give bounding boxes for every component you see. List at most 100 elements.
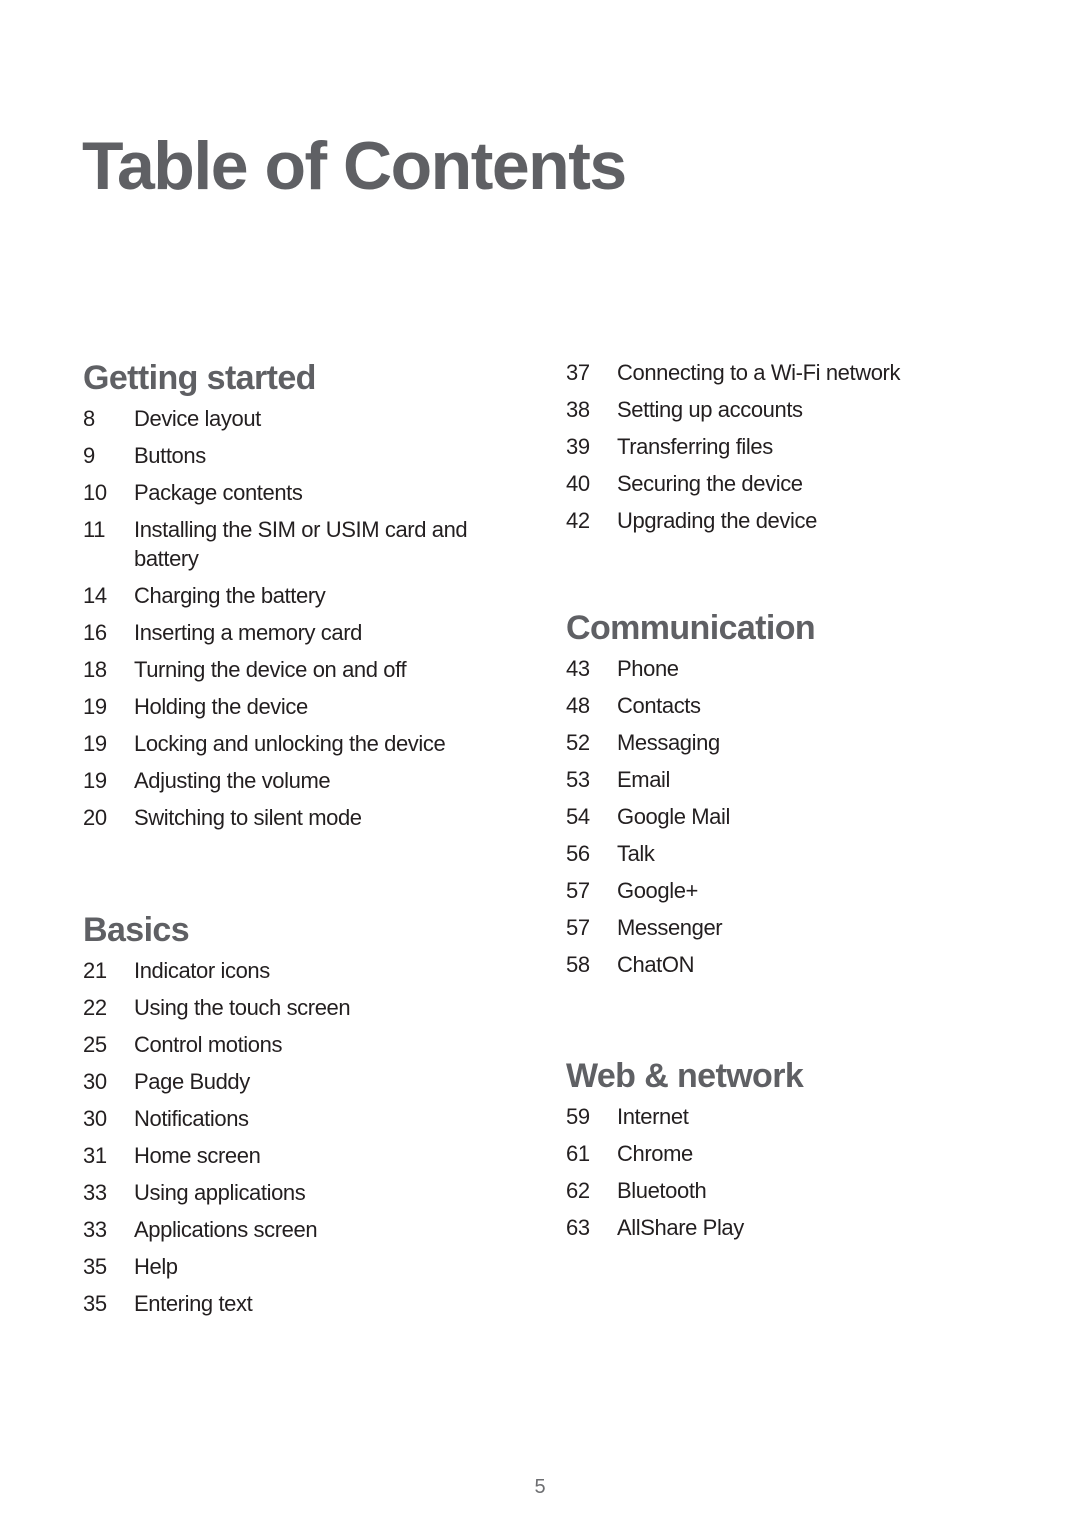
- toc-entry[interactable]: 57 Messenger: [566, 909, 1006, 946]
- toc-entry[interactable]: 9 Buttons: [83, 437, 523, 474]
- toc-entry-title: Email: [617, 767, 671, 792]
- toc-entry-title: ChatON: [617, 952, 695, 977]
- toc-entry-title: Internet: [617, 1104, 689, 1129]
- toc-entry[interactable]: 43 Phone: [566, 650, 1006, 687]
- toc-entry[interactable]: 10 Package contents: [83, 474, 523, 511]
- toc-entry[interactable]: 33 Applications screen: [83, 1211, 523, 1248]
- toc-entry-title: Charging the battery: [134, 583, 326, 608]
- toc-entry-page: 56: [566, 841, 590, 866]
- toc-entry[interactable]: 19 Locking and unlocking the device: [83, 725, 523, 762]
- toc-entry[interactable]: 52 Messaging: [566, 724, 1006, 761]
- toc-entry-title: Chrome: [617, 1141, 693, 1166]
- toc-entry[interactable]: 18 Turning the device on and off: [83, 651, 523, 688]
- toc-entry-title: Installing the SIM or USIM card and batt…: [134, 517, 468, 571]
- toc-entry-page: 48: [566, 693, 590, 718]
- toc-entry-page: 42: [566, 508, 590, 533]
- toc-entry-title: Help: [134, 1254, 178, 1279]
- toc-entry-title: Upgrading the device: [617, 508, 817, 533]
- toc-entry-title: Holding the device: [134, 694, 308, 719]
- toc-entry[interactable]: 40 Securing the device: [566, 465, 1006, 502]
- toc-entry-page: 11: [83, 517, 106, 542]
- toc-entry-page: 31: [83, 1143, 107, 1168]
- toc-entry[interactable]: 42 Upgrading the device: [566, 502, 1006, 539]
- toc-entry-title: Page Buddy: [134, 1069, 250, 1094]
- toc-entry-page: 40: [566, 471, 590, 496]
- toc-entry[interactable]: 59 Internet: [566, 1098, 1006, 1135]
- toc-entry[interactable]: 20 Switching to silent mode: [83, 799, 523, 836]
- toc-entry[interactable]: 16 Inserting a memory card: [83, 614, 523, 651]
- toc-entry-title: Google+: [617, 878, 698, 903]
- toc-entry-title: Locking and unlocking the device: [134, 731, 446, 756]
- toc-entry-page: 10: [83, 480, 107, 505]
- toc-entry[interactable]: 62 Bluetooth: [566, 1172, 1006, 1209]
- toc-entry[interactable]: 61 Chrome: [566, 1135, 1006, 1172]
- toc-entry-page: 57: [566, 878, 590, 903]
- page-number: 5: [534, 1476, 546, 1498]
- toc-entry-title: Buttons: [134, 443, 206, 468]
- toc-entry-title: Contacts: [617, 693, 701, 718]
- toc-entry[interactable]: 19 Adjusting the volume: [83, 762, 523, 799]
- toc-entry[interactable]: 39 Transferring files: [566, 428, 1006, 465]
- toc-entry-page: 9: [83, 443, 95, 468]
- toc-entry-title: Connecting to a Wi-Fi network: [617, 360, 901, 385]
- toc-entry-title: Bluetooth: [617, 1178, 707, 1203]
- toc-entry-title: Device layout: [134, 406, 261, 431]
- toc-entry-page: 19: [83, 731, 107, 756]
- toc-entry[interactable]: 19 Holding the device: [83, 688, 523, 725]
- toc-entry-title: Turning the device on and off: [134, 657, 407, 682]
- section-getting-started: Getting started 8 Device layout 9 Buttons 10…: [83, 358, 523, 836]
- toc-entry[interactable]: 30 Notifications: [83, 1100, 523, 1137]
- toc-entry[interactable]: 38 Setting up accounts: [566, 391, 1006, 428]
- toc-entry[interactable]: 54 Google Mail: [566, 798, 1006, 835]
- toc-entry[interactable]: 53 Email: [566, 761, 1006, 798]
- toc-entry-title: Switching to silent mode: [134, 805, 362, 830]
- toc-entry-page: 20: [83, 805, 107, 830]
- section-communication: Communication 43 Phone 48 Contacts 52 Messagi…: [566, 608, 1006, 983]
- toc-entry[interactable]: 11 Installing the SIM or USIM card and ba…: [83, 511, 523, 577]
- toc-entry[interactable]: 21 Indicator icons: [83, 952, 523, 989]
- toc-entry-title: Using applications: [134, 1180, 306, 1205]
- toc-entry-page: 52: [566, 730, 590, 755]
- toc-entry[interactable]: 8 Device layout: [83, 400, 523, 437]
- section-heading: Getting started: [83, 359, 316, 397]
- toc-entry-page: 33: [83, 1180, 107, 1205]
- toc-entry-page: 14: [83, 583, 107, 608]
- toc-entry-page: 53: [566, 767, 590, 792]
- toc-entry-title: AllShare Play: [617, 1215, 744, 1240]
- toc-entry-page: 22: [83, 995, 107, 1020]
- toc-entry[interactable]: 58 ChatON: [566, 946, 1006, 983]
- toc-entry-page: 19: [83, 694, 107, 719]
- toc-entry-page: 37: [566, 360, 590, 385]
- toc-entry-page: 62: [566, 1178, 590, 1203]
- toc-entry-title: Google Mail: [617, 804, 730, 829]
- toc-entry-title: Phone: [617, 656, 679, 681]
- toc-entry-page: 35: [83, 1291, 107, 1316]
- toc-entry[interactable]: 35 Entering text: [83, 1285, 523, 1322]
- toc-entry-page: 58: [566, 952, 590, 977]
- toc-list: 37 Connecting to a Wi-Fi network 38 Setting…: [566, 354, 1006, 539]
- toc-entry-page: 63: [566, 1215, 590, 1240]
- toc-entry-title: Messaging: [617, 730, 720, 755]
- toc-entry-title: Notifications: [134, 1106, 249, 1131]
- toc-entry-page: 38: [566, 397, 590, 422]
- toc-entry[interactable]: 33 Using applications: [83, 1174, 523, 1211]
- toc-entry[interactable]: 31 Home screen: [83, 1137, 523, 1174]
- toc-entry-title: Talk: [617, 841, 655, 866]
- toc-entry-title: Control motions: [134, 1032, 283, 1057]
- toc-entry[interactable]: 35 Help: [83, 1248, 523, 1285]
- toc-entry-page: 8: [83, 406, 95, 431]
- section-basics: Basics 21 Indicator icons 22 Using the touc…: [83, 910, 523, 1322]
- toc-entry-page: 25: [83, 1032, 107, 1057]
- toc-entry[interactable]: 37 Connecting to a Wi-Fi network: [566, 354, 1006, 391]
- toc-entry[interactable]: 57 Google+: [566, 872, 1006, 909]
- toc-entry-page: 19: [83, 768, 107, 793]
- toc-entry[interactable]: 14 Charging the battery: [83, 577, 523, 614]
- toc-entry[interactable]: 48 Contacts: [566, 687, 1006, 724]
- toc-list: 21 Indicator icons 22 Using the touch scree…: [83, 952, 523, 1322]
- toc-entry[interactable]: 25 Control motions: [83, 1026, 523, 1063]
- toc-entry[interactable]: 63 AllShare Play: [566, 1209, 1006, 1246]
- toc-entry[interactable]: 22 Using the touch screen: [83, 989, 523, 1026]
- toc-entry[interactable]: 56 Talk: [566, 835, 1006, 872]
- toc-entry-page: 43: [566, 656, 590, 681]
- toc-entry[interactable]: 30 Page Buddy: [83, 1063, 523, 1100]
